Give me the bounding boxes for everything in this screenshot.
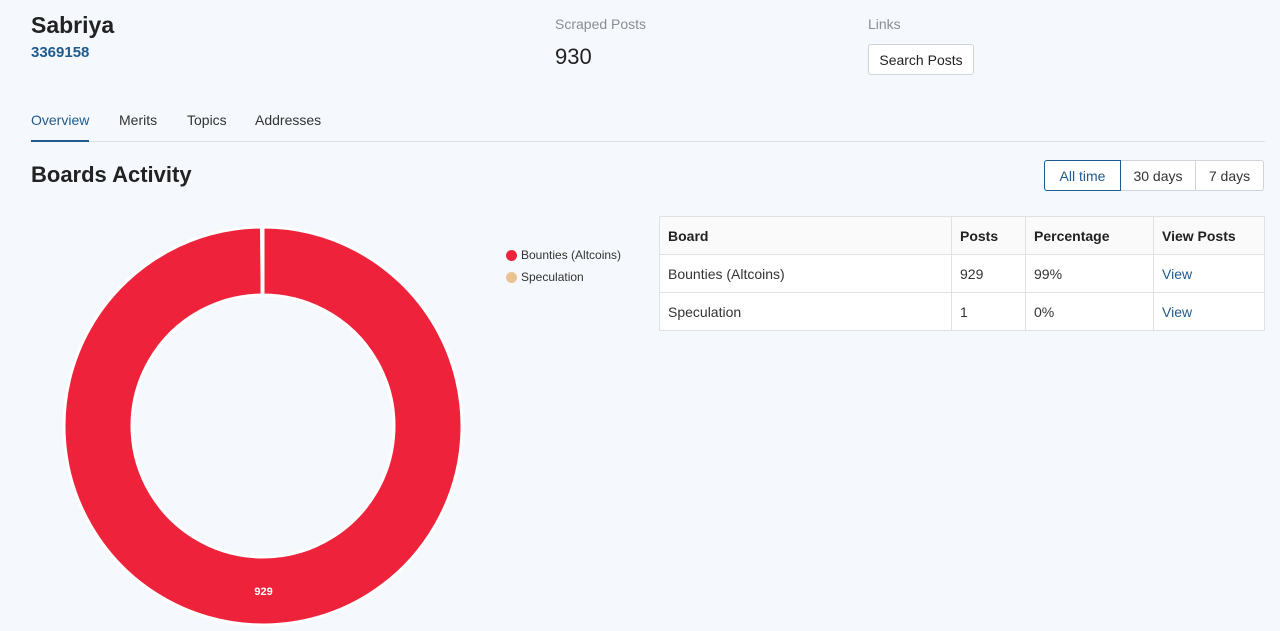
search-posts-button[interactable]: Search Posts <box>868 44 974 75</box>
view-cell: View <box>1153 292 1265 331</box>
range-7-days-button[interactable]: 7 days <box>1195 160 1264 191</box>
tab-merits[interactable]: Merits <box>119 112 157 128</box>
donut-data-label: 929 <box>254 586 272 598</box>
table-row: Bounties (Altcoins) 929 99% View <box>659 254 1265 293</box>
legend-item[interactable]: Speculation <box>506 266 621 288</box>
tab-overview[interactable]: Overview <box>31 112 90 142</box>
board-name-cell: Bounties (Altcoins) <box>659 254 952 293</box>
range-30-days-button[interactable]: 30 days <box>1120 160 1196 191</box>
range-all-time-button[interactable]: All time <box>1044 160 1121 191</box>
user-name: Sabriya <box>31 12 115 38</box>
column-header-percentage: Percentage <box>1025 216 1154 255</box>
posts-cell: 929 <box>951 254 1026 293</box>
legend-label: Speculation <box>521 270 584 284</box>
tab-addresses[interactable]: Addresses <box>255 112 321 128</box>
tab-topics[interactable]: Topics <box>187 112 227 128</box>
legend-dot-icon <box>506 249 517 261</box>
column-header-posts: Posts <box>951 216 1026 255</box>
donut-slice-speculation[interactable] <box>260 225 265 297</box>
profile-tabs: Overview Merits Topics Addresses <box>31 100 1265 142</box>
legend-label: Bounties (Altcoins) <box>521 248 622 262</box>
legend-item[interactable]: Bounties (Altcoins) <box>506 244 621 266</box>
boards-table: Board Posts Percentage View Posts Bounti… <box>659 216 1265 331</box>
scraped-posts-value: 930 <box>555 44 592 69</box>
percentage-cell: 99% <box>1025 254 1154 293</box>
links-label: Links <box>868 16 901 32</box>
time-range-selector: All time 30 days 7 days <box>1044 160 1264 191</box>
boards-donut-chart: 929 <box>62 225 464 627</box>
table-row: Speculation 1 0% View <box>659 292 1265 331</box>
board-name-cell: Speculation <box>659 292 952 331</box>
legend-dot-icon <box>506 271 517 283</box>
section-title: Boards Activity <box>31 162 192 187</box>
column-header-view-posts: View Posts <box>1153 216 1265 255</box>
percentage-cell: 0% <box>1025 292 1154 331</box>
posts-cell: 1 <box>951 292 1026 331</box>
table-header-row: Board Posts Percentage View Posts <box>659 216 1265 255</box>
chart-legend: Bounties (Altcoins) Speculation <box>506 244 621 288</box>
scraped-posts-label: Scraped Posts <box>555 16 647 32</box>
column-header-board: Board <box>659 216 952 255</box>
user-id-link[interactable]: 3369158 <box>31 44 89 61</box>
view-posts-link[interactable]: View <box>1162 266 1192 282</box>
view-posts-link[interactable]: View <box>1162 304 1192 320</box>
view-cell: View <box>1153 254 1265 293</box>
profile-header: Sabriya 3369158 Scraped Posts 930 Links … <box>0 0 1280 90</box>
